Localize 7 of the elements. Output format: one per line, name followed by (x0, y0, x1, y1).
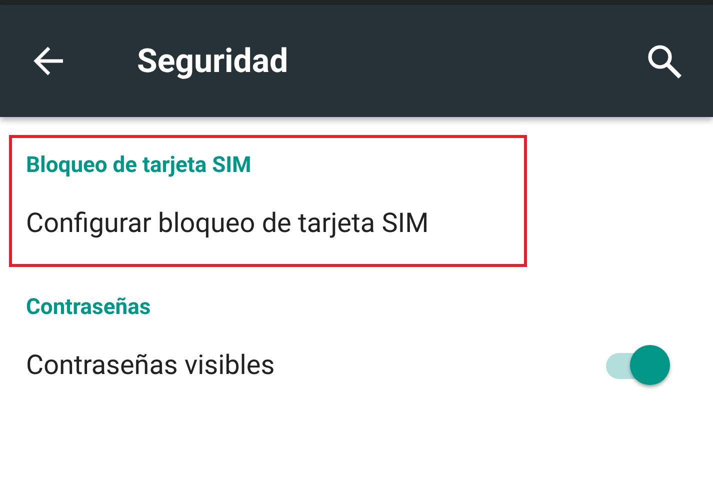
back-arrow-icon[interactable] (33, 45, 65, 77)
section-header: Contraseñas (25, 294, 152, 322)
setting-item[interactable]: Contraseñas visibles (26, 349, 604, 381)
section-header: Bloqueo de tarjeta SIM (25, 152, 252, 180)
screen-title: Seguridad (137, 42, 290, 80)
search-icon[interactable] (646, 43, 682, 79)
setting-item[interactable]: Configurar bloqueo de tarjeta SIM (26, 207, 676, 239)
